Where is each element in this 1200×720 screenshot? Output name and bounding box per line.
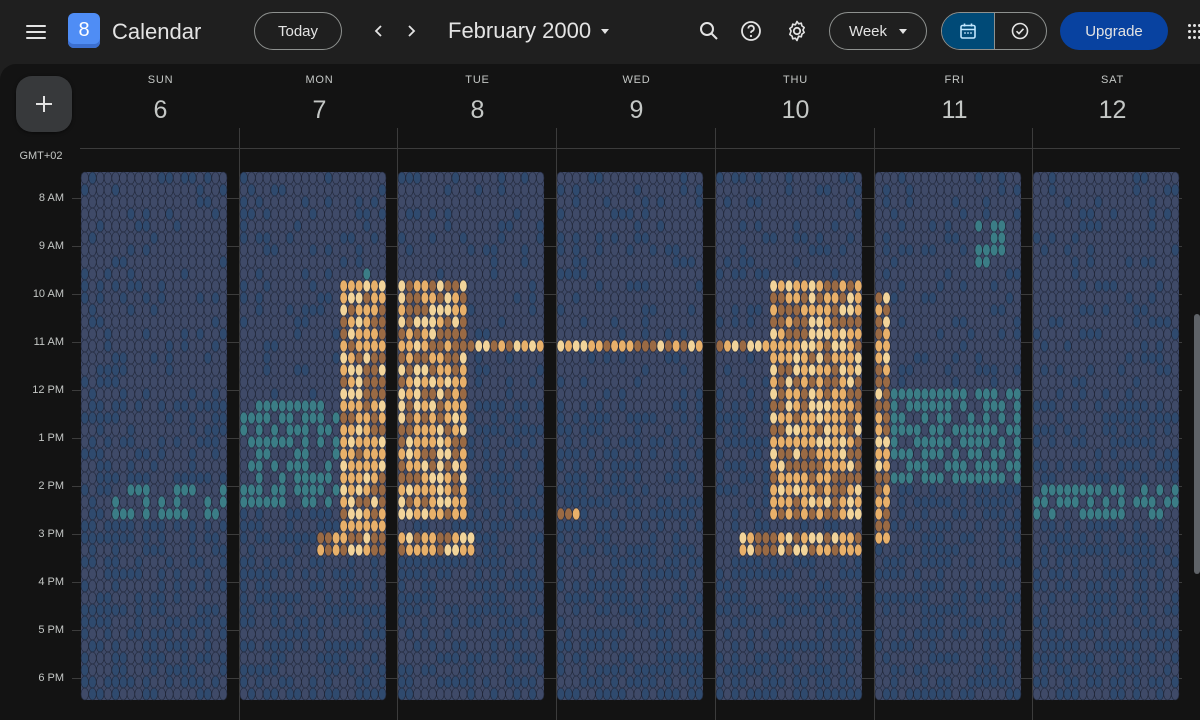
task-check-icon [1011,22,1029,40]
previous-week-button[interactable] [366,18,392,44]
apps-grid-icon[interactable] [1188,24,1200,40]
upgrade-button[interactable]: Upgrade [1060,12,1168,50]
tasks-view-toggle[interactable] [995,13,1047,49]
next-week-button[interactable] [398,18,424,44]
week-grid: GMT+02 SUN 6 MON 7 TUE 8 WED 9 THU 10 FR… [0,64,1200,720]
calendar-tasks-toggle [941,12,1047,50]
help-button[interactable] [738,18,764,44]
chevron-right-icon [408,25,416,37]
event-blocks[interactable] [0,64,1200,720]
app-title[interactable]: Calendar [112,19,201,45]
settings-button[interactable] [784,18,810,44]
caret-down-icon [899,28,908,34]
event-block-sun[interactable] [80,171,228,701]
event-block-wed[interactable] [556,171,704,701]
search-button[interactable] [696,18,722,44]
view-switcher[interactable]: Week [829,12,927,50]
main-menu-button[interactable] [20,16,52,48]
calendar-icon [959,23,976,39]
today-button[interactable]: Today [254,12,342,50]
event-block-tue[interactable] [397,171,545,701]
event-block-sat[interactable] [1032,171,1180,701]
calendar-logo-icon[interactable]: 8 [68,13,100,48]
caret-down-icon [601,28,610,34]
date-range-picker[interactable]: February 2000 [448,18,610,44]
search-icon [700,22,718,40]
gear-icon [789,20,805,42]
event-block-mon[interactable] [239,171,387,701]
help-icon [741,21,761,41]
chevron-left-icon [374,25,382,37]
calendar-view-toggle[interactable] [942,13,995,49]
event-block-fri[interactable] [874,171,1022,701]
vertical-scrollbar[interactable] [1194,314,1200,574]
top-bar: 8 Calendar Today February 2000 Week Upgr… [0,0,1200,64]
event-block-thu[interactable] [715,171,863,701]
date-title: February 2000 [448,18,592,43]
view-label: Week [848,22,888,40]
